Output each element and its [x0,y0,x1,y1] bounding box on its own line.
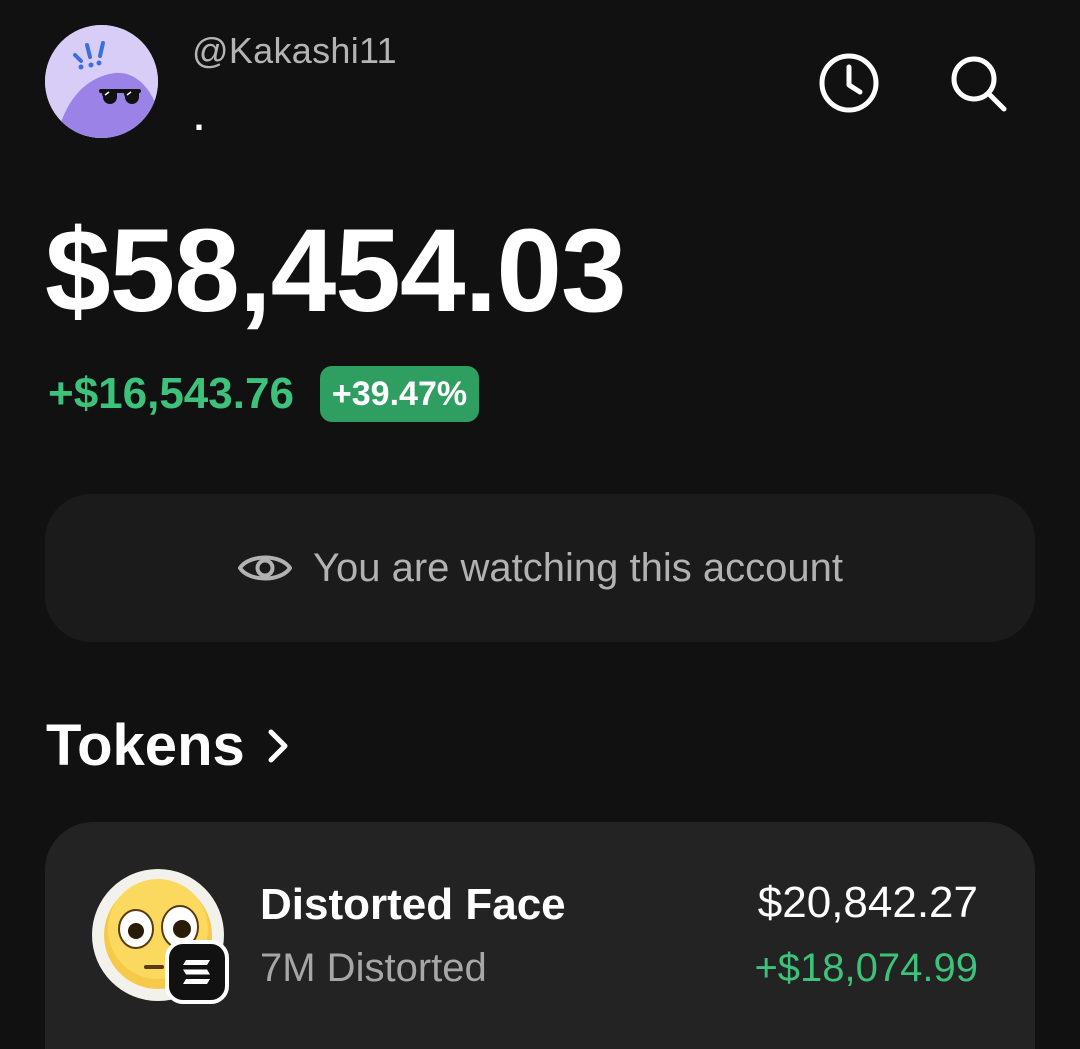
avatar-illustration [45,25,158,138]
balance-change-row: +$16,543.76 +39.47% [48,366,480,422]
eye-icon [237,548,293,588]
username: @Kakashi11 [192,30,397,71]
clock-icon [819,53,879,113]
watching-account-text: You are watching this account [313,545,843,590]
profile-subtitle: . [194,97,205,138]
total-balance: $58,454.03 [45,205,627,337]
tokens-section-link[interactable]: Tokens [46,712,291,779]
avatar[interactable] [45,25,158,138]
token-row[interactable]: Distorted Face 7M Distorted $20,842.27 +… [45,822,1035,1049]
balance-change-amount: +$16,543.76 [48,369,294,418]
token-name: Distorted Face [260,880,566,929]
search-icon [951,56,1007,112]
chevron-right-icon [265,726,291,766]
token-change: +$18,074.99 [754,946,978,990]
wallet-screen: @Kakashi11 . $58,454.03 +$16,543.76 +39.… [0,0,1080,1049]
token-amount: 7M Distorted [260,946,487,990]
tokens-title: Tokens [46,713,245,778]
balance-change-percent-badge: +39.47% [319,366,480,422]
solana-icon [165,940,229,1004]
search-button[interactable] [945,50,1011,116]
watching-account-banner: You are watching this account [45,494,1035,642]
token-value: $20,842.27 [757,878,978,927]
history-button[interactable] [816,50,882,116]
